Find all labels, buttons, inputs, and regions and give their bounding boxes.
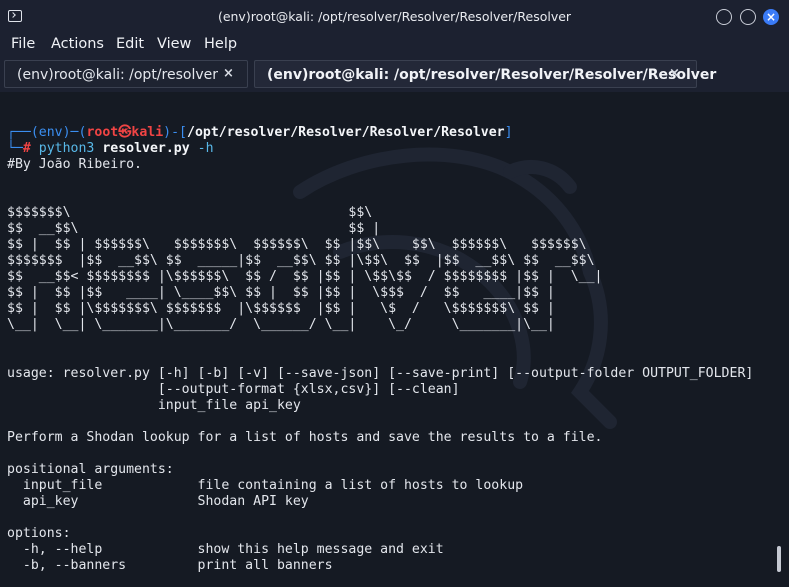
- positional-arg: api_key Shodan API key: [7, 494, 309, 509]
- close-icon[interactable]: ×: [763, 9, 779, 25]
- banner-line: \__| \__| \_______|\_______/ \______/ \_…: [7, 317, 555, 332]
- menu-file[interactable]: File: [11, 36, 35, 52]
- scrollbar-thumb[interactable]: [777, 546, 781, 572]
- tab-bar: (env)root@kali: /opt/resolver × (env)roo…: [0, 58, 789, 92]
- tab-close-icon[interactable]: ×: [223, 66, 234, 81]
- prompt-line-1: ┌──(env)─(root㉿kali)-[/opt/resolver/Reso…: [7, 125, 513, 140]
- tab-label: (env)root@kali: /opt/resolver/Resolver/R…: [267, 67, 717, 83]
- terminal-output[interactable]: ┌──(env)─(root㉿kali)-[/opt/resolver/Reso…: [0, 92, 789, 587]
- tab-resolver-active[interactable]: (env)root@kali: /opt/resolver/Resolver/R…: [254, 60, 716, 88]
- positional-arg: input_file file containing a list of hos…: [7, 478, 524, 493]
- banner-line: $$ __$$\ $$ |: [7, 221, 381, 236]
- maximize-icon[interactable]: [740, 9, 756, 25]
- options-header: options:: [7, 526, 71, 541]
- usage-line: [--output-format {xlsx,csv}] [--clean]: [7, 382, 460, 397]
- banner-line: $$ | $$ |\$$$$$$$\ $$$$$$$ |\$$$$$$ |$$ …: [7, 301, 555, 316]
- menu-help[interactable]: Help: [204, 36, 237, 52]
- menu-actions[interactable]: Actions: [51, 36, 104, 52]
- menu-view[interactable]: View: [157, 36, 191, 52]
- description-line: Perform a Shodan lookup for a list of ho…: [7, 430, 603, 445]
- window-title: (env)root@kali: /opt/resolver/Resolver/R…: [217, 9, 572, 24]
- usage-line: input_file api_key: [7, 398, 301, 413]
- option-line: -b, --banners print all banners: [7, 558, 333, 573]
- menu-edit[interactable]: Edit: [116, 36, 144, 52]
- title-bar: (env)root@kali: /opt/resolver/Resolver/R…: [0, 0, 789, 33]
- menu-bar: File Actions Edit View Help: [0, 33, 789, 58]
- tab-label: (env)root@kali: /opt/resolver: [17, 67, 218, 83]
- positional-header: positional arguments:: [7, 462, 174, 477]
- option-line: -h, --help show this help message and ex…: [7, 542, 444, 557]
- minimize-icon[interactable]: [716, 9, 732, 25]
- usage-line: usage: resolver.py [-h] [-b] [-v] [--sav…: [7, 366, 754, 381]
- tab-close-icon[interactable]: ×: [669, 66, 680, 81]
- author-line: #By João Ribeiro.: [7, 157, 142, 172]
- tab-resolver[interactable]: (env)root@kali: /opt/resolver ×: [4, 60, 248, 88]
- banner-line: $$$$$$$ |$$ __$$\ $$ _____|$$ __$$\ $$ |…: [7, 253, 595, 268]
- banner-line: $$$$$$$\ $$\: [7, 205, 373, 220]
- banner-line: $$ | $$ |$$ ____| \____$$\ $$ | $$ |$$ |…: [7, 285, 555, 300]
- banner-line: $$ __$$< $$$$$$$$ |\$$$$$$\ $$ / $$ |$$ …: [7, 269, 603, 284]
- banner-line: $$ | $$ | $$$$$$\ $$$$$$$\ $$$$$$\ $$ |$…: [7, 237, 587, 252]
- prompt-line-2: └─# python3 resolver.py -h: [7, 141, 214, 156]
